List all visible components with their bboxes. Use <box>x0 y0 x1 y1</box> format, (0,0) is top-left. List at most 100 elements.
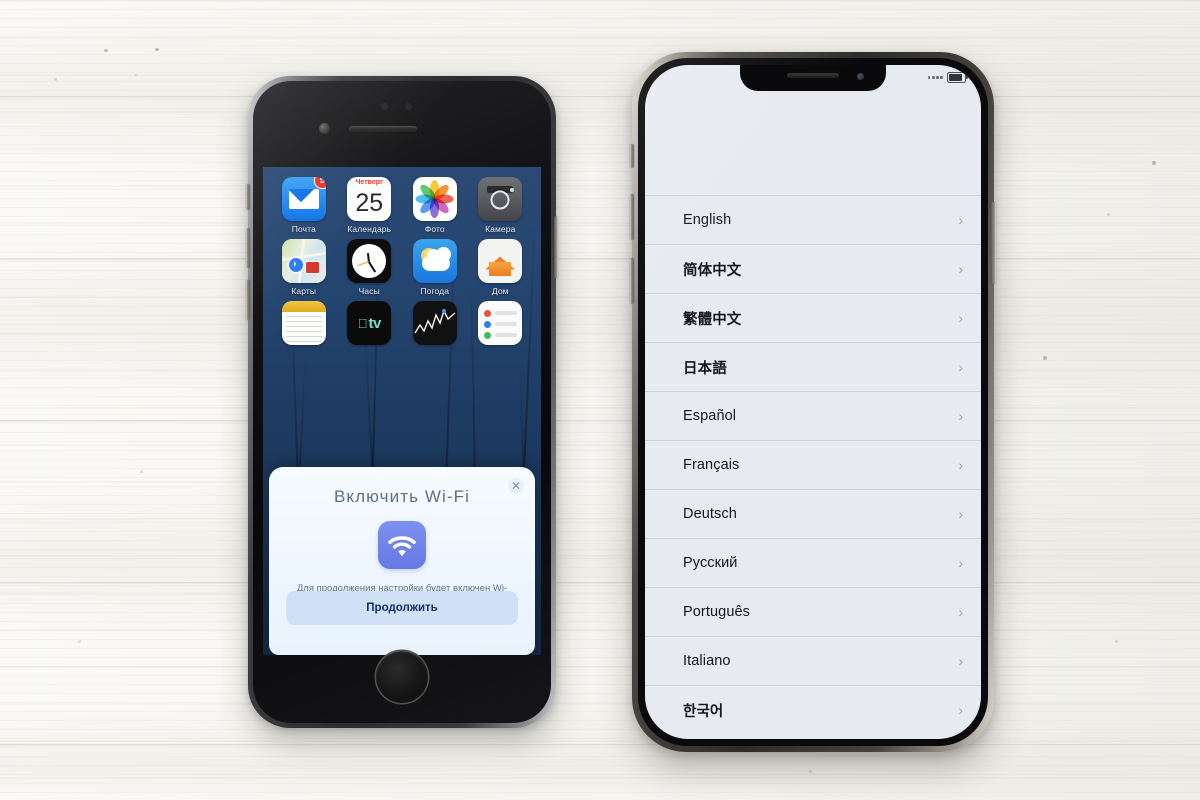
notch <box>740 65 886 91</box>
language-row[interactable]: 한국어 › <box>645 685 981 734</box>
phone-glass: 5 Почта Четверг 25 Календарь Фото Камера Карты… <box>253 81 551 723</box>
language-list[interactable]: English › 简体中文 › 繁體中文 › 日本語 › Español › Français › D… <box>645 195 981 734</box>
wood-speck <box>78 640 81 643</box>
front-camera-icon <box>319 123 330 134</box>
status-bar <box>927 72 968 83</box>
app-label: Календарь <box>347 224 392 234</box>
app-label <box>303 348 305 358</box>
maps-icon[interactable] <box>281 239 326 283</box>
app-icon-maps-icon[interactable]: Карты <box>271 239 337 296</box>
wood-background <box>0 0 1200 800</box>
app-icon-apple-tv-icon[interactable]: tv <box>337 301 403 358</box>
battery-icon <box>947 72 968 83</box>
app-label: Камера <box>485 224 516 234</box>
wifi-icon <box>378 521 426 569</box>
app-label: Часы <box>358 286 380 296</box>
app-label <box>499 348 501 358</box>
photos-icon[interactable] <box>412 177 457 221</box>
plank-seam <box>0 582 1200 585</box>
app-label: Карты <box>291 286 317 296</box>
ambient-light-sensor-icon <box>405 103 412 110</box>
side-power-button[interactable] <box>991 202 996 284</box>
chevron-right-icon: › <box>958 555 963 571</box>
language-row[interactable]: Italiano › <box>645 636 981 685</box>
earpiece-speaker-icon <box>787 73 839 78</box>
notification-badge: 5 <box>313 177 326 189</box>
language-row[interactable]: 简体中文 › <box>645 244 981 293</box>
language-row[interactable]: Français › <box>645 440 981 489</box>
language-label: 简体中文 <box>683 262 742 279</box>
wood-knot <box>1043 356 1047 360</box>
app-label: Фото <box>424 224 445 234</box>
home-button[interactable] <box>376 651 428 703</box>
plank-seam <box>0 96 1200 99</box>
mail-icon[interactable]: 5 <box>281 177 326 221</box>
reminders-icon[interactable] <box>478 301 523 345</box>
left-phone-screen[interactable]: 5 Почта Четверг 25 Календарь Фото Камера Карты… <box>263 167 541 655</box>
photo-scene: 5 Почта Четверг 25 Календарь Фото Камера Карты… <box>0 0 1200 800</box>
wood-speck <box>809 770 812 773</box>
mute-switch[interactable] <box>630 144 634 168</box>
chevron-right-icon: › <box>958 604 963 620</box>
continue-button[interactable]: Продолжить <box>286 591 518 625</box>
modal-title: Включить Wi-Fi <box>333 487 471 506</box>
volume-up-button[interactable] <box>246 228 250 268</box>
app-icon-camera-icon[interactable]: Камера <box>468 177 534 234</box>
language-label: Français <box>683 457 740 473</box>
chevron-right-icon: › <box>958 457 963 473</box>
language-row[interactable]: 日本語 › <box>645 342 981 391</box>
app-icon-weather-icon[interactable]: Погода <box>402 239 468 296</box>
wood-speck <box>140 470 143 473</box>
language-label: Español <box>683 408 737 424</box>
chevron-right-icon: › <box>958 212 963 228</box>
language-row[interactable]: Русский › <box>645 538 981 587</box>
mute-switch[interactable] <box>246 184 250 210</box>
language-label: 日本語 <box>683 360 727 377</box>
language-label: Deutsch <box>683 506 737 522</box>
app-label <box>434 348 436 358</box>
phone-glass: English › 简体中文 › 繁體中文 › 日本語 › Español › Français › D… <box>638 58 988 746</box>
calendar-icon[interactable]: Четверг 25 <box>347 177 392 221</box>
camera-icon[interactable] <box>478 177 523 221</box>
plank-seam <box>0 420 1200 423</box>
wood-knot <box>155 48 159 51</box>
language-row[interactable]: English › <box>645 195 981 244</box>
app-icon-reminders-icon[interactable] <box>468 301 534 358</box>
close-icon[interactable]: ✕ <box>508 478 524 494</box>
chevron-right-icon: › <box>958 408 963 424</box>
app-icon-mail-icon[interactable]: 5 Почта <box>271 177 337 234</box>
wood-speck <box>1115 640 1118 643</box>
wifi-modal[interactable]: ✕ Включить Wi-Fi Для продолжения настрой… <box>269 467 535 655</box>
language-row[interactable]: Español › <box>645 391 981 440</box>
right-phone-iphonex[interactable]: English › 简体中文 › 繁體中文 › 日本語 › Español › Français › D… <box>630 52 996 752</box>
chevron-right-icon: › <box>958 702 963 718</box>
app-icon-calendar-icon[interactable]: Четверг 25 Календарь <box>337 177 403 234</box>
wood-knot <box>1152 161 1156 165</box>
app-label: Погода <box>420 286 450 296</box>
app-icon-home-icon[interactable]: Дом <box>468 239 534 296</box>
app-icon-clock-icon[interactable]: Часы <box>337 239 403 296</box>
language-label: Português <box>683 604 750 620</box>
power-button[interactable] <box>554 216 558 278</box>
language-row[interactable]: Português › <box>645 587 981 636</box>
weather-icon[interactable] <box>412 239 457 283</box>
language-row[interactable]: Deutsch › <box>645 489 981 538</box>
notes-icon[interactable] <box>281 301 326 345</box>
clock-icon[interactable] <box>347 239 392 283</box>
apple-tv-icon[interactable]: tv <box>347 301 392 345</box>
stocks-icon[interactable] <box>412 301 457 345</box>
language-row[interactable]: 繁體中文 › <box>645 293 981 342</box>
language-label: Italiano <box>683 653 731 669</box>
volume-up-button[interactable] <box>630 194 634 240</box>
home-icon[interactable] <box>478 239 523 283</box>
proximity-sensor-icon <box>381 103 388 110</box>
app-grid[interactable]: 5 Почта Четверг 25 Календарь Фото Камера Карты… <box>263 177 541 358</box>
app-icon-photos-icon[interactable]: Фото <box>402 177 468 234</box>
volume-down-button[interactable] <box>246 280 250 320</box>
app-icon-stocks-icon[interactable] <box>402 301 468 358</box>
left-phone-iphone8[interactable]: 5 Почта Четверг 25 Календарь Фото Камера Карты… <box>246 76 558 728</box>
volume-down-button[interactable] <box>630 258 634 304</box>
plank-seam <box>0 258 1200 261</box>
app-icon-notes-icon[interactable] <box>271 301 337 358</box>
right-phone-screen[interactable]: English › 简体中文 › 繁體中文 › 日本語 › Español › Français › D… <box>645 65 981 739</box>
